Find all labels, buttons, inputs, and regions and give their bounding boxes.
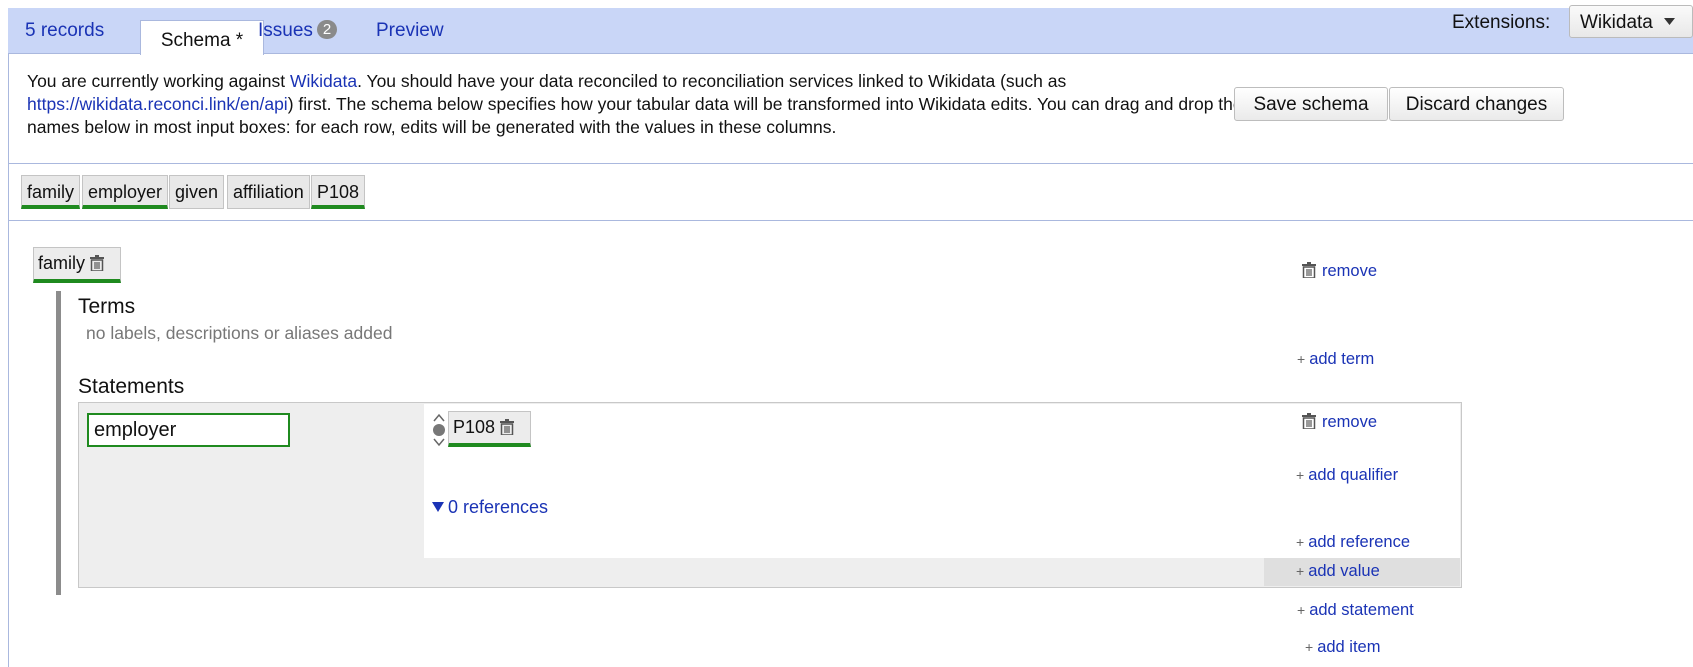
add-item-link[interactable]: + add item	[1305, 638, 1380, 657]
plus-icon: +	[1305, 639, 1314, 655]
property-input[interactable]: employer	[87, 413, 290, 447]
trash-icon[interactable]	[500, 419, 515, 440]
add-reference-link[interactable]: + add reference	[1296, 533, 1410, 552]
info-text-2: . You should have your data reconciled t…	[357, 71, 1067, 91]
item-subject-chip[interactable]: family	[33, 247, 121, 283]
trash-icon	[1302, 262, 1316, 283]
tab-preview[interactable]: Preview	[376, 20, 444, 42]
add-value-link[interactable]: + add value	[1296, 562, 1380, 581]
rank-selector-icon[interactable]	[431, 412, 447, 448]
statement-value-label: P108	[453, 417, 496, 437]
save-schema-button[interactable]: Save schema	[1234, 87, 1388, 121]
item-left-bar	[56, 291, 61, 595]
remove-item-label: remove	[1322, 262, 1378, 280]
info-text-1: You are currently working against	[27, 71, 290, 91]
add-statement-label: add statement	[1309, 601, 1414, 619]
trash-icon	[1302, 413, 1316, 434]
wikidata-link[interactable]: Wikidata	[290, 71, 357, 91]
tab-records[interactable]: 5 records	[25, 20, 104, 42]
add-qualifier-label: add qualifier	[1308, 466, 1399, 484]
column-chip-given[interactable]: given	[169, 175, 225, 209]
statements-heading: Statements	[78, 375, 185, 398]
remove-statement-link[interactable]: remove	[1302, 413, 1377, 434]
schema-description: You are currently working against Wikida…	[27, 70, 1317, 139]
tab-issues-label: Issues	[258, 20, 313, 41]
add-term-link[interactable]: + add term	[1297, 350, 1374, 369]
tab-bar: 5 records Schema * Issues 2 Preview	[8, 8, 1693, 55]
add-term-label: add term	[1309, 350, 1375, 368]
column-chip-family[interactable]: family	[21, 175, 81, 209]
terms-empty-text: no labels, descriptions or aliases added	[86, 323, 393, 343]
add-reference-label: add reference	[1308, 533, 1411, 551]
remove-statement-label: remove	[1322, 413, 1378, 431]
add-item-label: add item	[1317, 638, 1381, 656]
plus-icon: +	[1296, 563, 1305, 579]
add-statement-link[interactable]: + add statement	[1297, 601, 1414, 620]
add-qualifier-link[interactable]: + add qualifier	[1296, 466, 1398, 485]
plus-icon: +	[1296, 467, 1305, 483]
trash-icon[interactable]	[90, 255, 105, 276]
extensions-value: Wikidata	[1580, 12, 1653, 33]
extensions-label: Extensions:	[1452, 12, 1551, 33]
references-toggle[interactable]: 0 references	[432, 497, 548, 518]
caret-down-icon	[1664, 18, 1676, 25]
column-chip-affiliation[interactable]: affiliation	[227, 175, 310, 209]
plus-icon: +	[1296, 534, 1305, 550]
add-value-label: add value	[1308, 562, 1380, 580]
extensions-dropdown[interactable]: Wikidata	[1569, 5, 1693, 38]
item-subject-label: family	[38, 253, 86, 273]
column-chip-employer[interactable]: employer	[82, 175, 169, 209]
discard-changes-button[interactable]: Discard changes	[1389, 87, 1564, 121]
column-list: family employer given affiliation P108	[8, 164, 1693, 221]
plus-icon: +	[1297, 351, 1306, 367]
triangle-down-icon	[432, 502, 444, 512]
plus-icon: +	[1297, 602, 1306, 618]
statement-value-chip[interactable]: P108	[448, 411, 531, 447]
terms-heading: Terms	[78, 295, 136, 318]
issues-count-badge: 2	[316, 20, 338, 39]
column-chip-p108[interactable]: P108	[311, 175, 366, 209]
tab-schema-label: Schema *	[160, 30, 244, 51]
reconci-link[interactable]: https://wikidata.reconci.link/en/api	[27, 94, 288, 114]
schema-info-panel: You are currently working against Wikida…	[8, 54, 1693, 164]
references-label: 0 references	[448, 497, 549, 517]
remove-item-link[interactable]: remove	[1302, 262, 1377, 283]
tab-schema[interactable]: Schema *	[140, 20, 264, 55]
tab-issues[interactable]: Issues 2	[258, 20, 338, 42]
